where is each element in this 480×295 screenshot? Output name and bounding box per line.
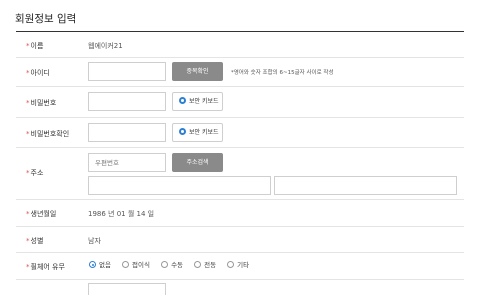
gender-label: *성별 [26,237,44,245]
duplicate-check-button[interactable]: 중복확인 [172,62,223,81]
address-line1-input[interactable] [88,176,271,195]
password-confirm-secure-keyboard-button[interactable]: 보안 키보드 [172,123,223,142]
password-label: *비밀번호 [26,99,57,107]
address-label: *주소 [26,169,44,177]
secure-keyboard-icon [179,128,186,135]
radio-icon[interactable] [227,261,235,268]
birth-label: *생년월일 [26,210,57,218]
address-line2-input[interactable] [274,176,457,195]
wheelchair-option-electric[interactable]: 전동 [194,259,216,269]
user-id-input[interactable] [88,62,166,81]
user-id-hint: *영어와 숫자 조합의 6~15글자 사이로 작성 [231,70,334,76]
row-wheelchair: *휠체어 유무 없음 접이식 수동 전동 기타 [16,253,464,280]
wheelchair-option-none[interactable]: 없음 [89,259,111,269]
name-value: 웹에이커21 [88,42,123,50]
wheelchair-option-folding[interactable]: 접이식 [122,259,150,269]
name-label: *이름 [26,42,44,50]
user-id-label: *아이디 [26,69,50,77]
postcode-input[interactable] [88,153,166,172]
birth-value: 1986 년 01 월 14 일 [88,210,155,218]
password-confirm-input[interactable] [88,123,166,142]
wheelchair-option-manual[interactable]: 수동 [161,259,183,269]
row-user-id: *아이디 중복확인 *영어와 숫자 조합의 6~15글자 사이로 작성 [16,58,464,87]
radio-icon[interactable] [194,261,202,268]
radio-selected-icon[interactable] [89,261,96,268]
password-input[interactable] [88,92,166,111]
secure-keyboard-icon [179,97,186,104]
row-password: *비밀번호 보안 키보드 [16,87,464,118]
row-name: *이름 웹에이커21 [16,32,464,58]
radio-icon[interactable] [161,261,169,268]
row-address: *주소 주소검색 [16,148,464,200]
password-secure-keyboard-button[interactable]: 보안 키보드 [172,92,223,111]
row-password-confirm: *비밀번호확인 보안 키보드 [16,118,464,148]
password-confirm-label: *비밀번호확인 [26,130,70,138]
wheelchair-radio-group: 없음 접이식 수동 전동 기타 [89,259,258,269]
radio-icon[interactable] [122,261,130,268]
member-info-form: 회원정보 입력 *이름 웹에이커21 *아이디 중복확인 *영어와 숫자 조합의… [0,0,480,295]
row-gender: *성별 남자 [16,227,464,253]
page-title: 회원정보 입력 [15,13,77,25]
next-row-input-partial[interactable] [88,283,166,295]
gender-value: 남자 [88,237,101,245]
row-birth: *생년월일 1986 년 01 월 14 일 [16,200,464,227]
address-search-button[interactable]: 주소검색 [172,153,223,172]
wheelchair-label: *휠체어 유무 [26,263,65,271]
wheelchair-option-other[interactable]: 기타 [227,259,249,269]
